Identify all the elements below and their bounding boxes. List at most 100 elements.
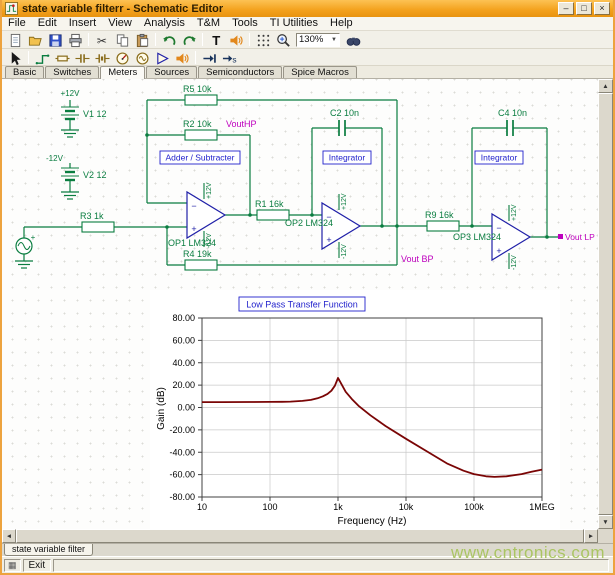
speaker-button[interactable] [172, 49, 192, 66]
menu-tools[interactable]: Tools [226, 17, 264, 30]
status-sheet-icon[interactable]: ▦ [4, 559, 21, 572]
step-into-button[interactable] [199, 49, 219, 66]
menu-analysis[interactable]: Analysis [138, 17, 191, 30]
zoom-level-value: 130% [299, 34, 323, 45]
component-c2[interactable]: C2 10n [330, 108, 359, 136]
node-labels: VoutHPVout BPVout LP [226, 119, 595, 264]
undo-button[interactable] [159, 31, 179, 48]
svg-text:+: + [326, 235, 331, 245]
menu-file[interactable]: File [2, 17, 32, 30]
menubar: FileEditInsertViewAnalysisT&MToolsTI Uti… [2, 17, 613, 31]
find-icon [346, 33, 361, 48]
find-button[interactable] [343, 31, 363, 48]
save-button[interactable] [45, 31, 65, 48]
component-v2[interactable]: V2 12-12V [46, 154, 107, 180]
text-button[interactable]: T [206, 31, 226, 48]
svg-text:Frequency (Hz): Frequency (Hz) [338, 516, 407, 527]
svg-text:Integrator: Integrator [329, 153, 366, 163]
resistor-button[interactable] [52, 49, 72, 66]
app-icon [5, 2, 18, 15]
component-generator[interactable]: + [16, 233, 36, 254]
open-button[interactable] [25, 31, 45, 48]
svg-text:Integrator: Integrator [481, 153, 518, 163]
tab-switches[interactable]: Switches [45, 66, 99, 78]
scroll-left-icon[interactable]: ◄ [2, 529, 16, 543]
svg-text:10: 10 [197, 502, 207, 512]
component-op3[interactable]: −++12V-12VOP3 LM324 [453, 204, 530, 270]
tab-sources[interactable]: Sources [146, 66, 197, 78]
svg-text:+12V: +12V [206, 182, 213, 199]
menu-view[interactable]: View [102, 17, 138, 30]
meter-icon [115, 51, 130, 66]
schematic-canvas[interactable]: R3 1k R5 10k R2 10k R4 19k R1 16k R9 16k C2 10… [2, 79, 598, 529]
close-button[interactable]: × [594, 2, 610, 15]
capacitor-button[interactable] [72, 49, 92, 66]
vertical-scroll-thumb[interactable] [598, 93, 613, 515]
grid-button[interactable] [253, 31, 273, 48]
horizontal-scroll-thumb[interactable] [16, 529, 584, 543]
menu-t-m[interactable]: T&M [191, 17, 226, 30]
svg-text:-12V: -12V [511, 255, 518, 270]
menu-edit[interactable]: Edit [32, 17, 63, 30]
svg-text:+12V: +12V [61, 89, 81, 98]
tab-semiconductors[interactable]: Semiconductors [198, 66, 282, 78]
generator-button[interactable] [132, 49, 152, 66]
grid-icon [256, 33, 271, 48]
tab-spice-macros[interactable]: Spice Macros [283, 66, 357, 78]
svg-text:R9 16k: R9 16k [425, 210, 454, 220]
status-exit-label[interactable]: Exit [23, 559, 52, 572]
statusbar: ▦ Exit [2, 556, 613, 573]
zoom-level-select[interactable]: 130%▼ [296, 33, 340, 47]
titlebar[interactable]: state variable filterr - Schematic Edito… [2, 0, 613, 17]
opamp-button[interactable] [152, 49, 172, 66]
audio-button[interactable] [226, 31, 246, 48]
maximize-button[interactable]: □ [576, 2, 592, 15]
component-r2[interactable]: R2 10k [183, 119, 217, 140]
battery-button[interactable] [92, 49, 112, 66]
cut-button[interactable]: ✂ [92, 31, 112, 48]
wire-button[interactable] [32, 49, 52, 66]
component-c4[interactable]: C4 10n [498, 108, 527, 136]
scrollbar-corner [598, 529, 613, 543]
meter-button[interactable] [112, 49, 132, 66]
component-op2[interactable]: −++12V-12VOP2 LM324 [285, 193, 360, 259]
svg-text:T: T [212, 33, 220, 48]
horizontal-scrollbar[interactable]: ◄ ► [2, 529, 598, 543]
new-icon [8, 33, 23, 48]
component-op1[interactable]: −++12V-12VOP1 LM324 [168, 182, 225, 248]
component-r5[interactable]: R5 10k [183, 84, 217, 105]
step-over-button[interactable]: s [219, 49, 239, 66]
print-button[interactable] [65, 31, 85, 48]
component-r1[interactable]: R1 16k [255, 199, 289, 220]
tab-meters[interactable]: Meters [100, 66, 145, 79]
scroll-down-icon[interactable]: ▼ [598, 515, 613, 529]
menu-insert[interactable]: Insert [63, 17, 103, 30]
svg-text:✂: ✂ [97, 34, 107, 48]
undo-icon [162, 33, 177, 48]
component-r3[interactable]: R3 1k [80, 211, 114, 232]
resistor-icon [55, 51, 70, 66]
vertical-scrollbar[interactable]: ▲ ▼ [598, 79, 613, 529]
redo-button[interactable] [179, 31, 199, 48]
component-r9[interactable]: R9 16k [425, 210, 459, 231]
zoom-button[interactable] [273, 31, 293, 48]
step-over-icon: s [222, 51, 237, 66]
svg-text:OP2 LM324: OP2 LM324 [285, 218, 333, 228]
tab-basic[interactable]: Basic [5, 66, 44, 78]
scroll-right-icon[interactable]: ► [584, 529, 598, 543]
new-button[interactable] [5, 31, 25, 48]
minimize-button[interactable]: – [558, 2, 574, 15]
component-r4[interactable]: R4 19k [183, 249, 217, 270]
svg-text:1k: 1k [333, 502, 343, 512]
scroll-up-icon[interactable]: ▲ [598, 79, 613, 93]
menu-ti-utilities[interactable]: TI Utilities [264, 17, 324, 30]
document-tab[interactable]: state variable filter [4, 544, 93, 556]
paste-button[interactable] [132, 31, 152, 48]
component-v1[interactable]: V1 12+12V [61, 89, 107, 119]
copy-button[interactable] [112, 31, 132, 48]
svg-text:Gain (dB): Gain (dB) [156, 387, 167, 430]
svg-text:100: 100 [262, 502, 277, 512]
menu-help[interactable]: Help [324, 17, 359, 30]
annotation-adder: Adder / Subtracter [160, 151, 240, 164]
select-button[interactable] [5, 49, 25, 66]
